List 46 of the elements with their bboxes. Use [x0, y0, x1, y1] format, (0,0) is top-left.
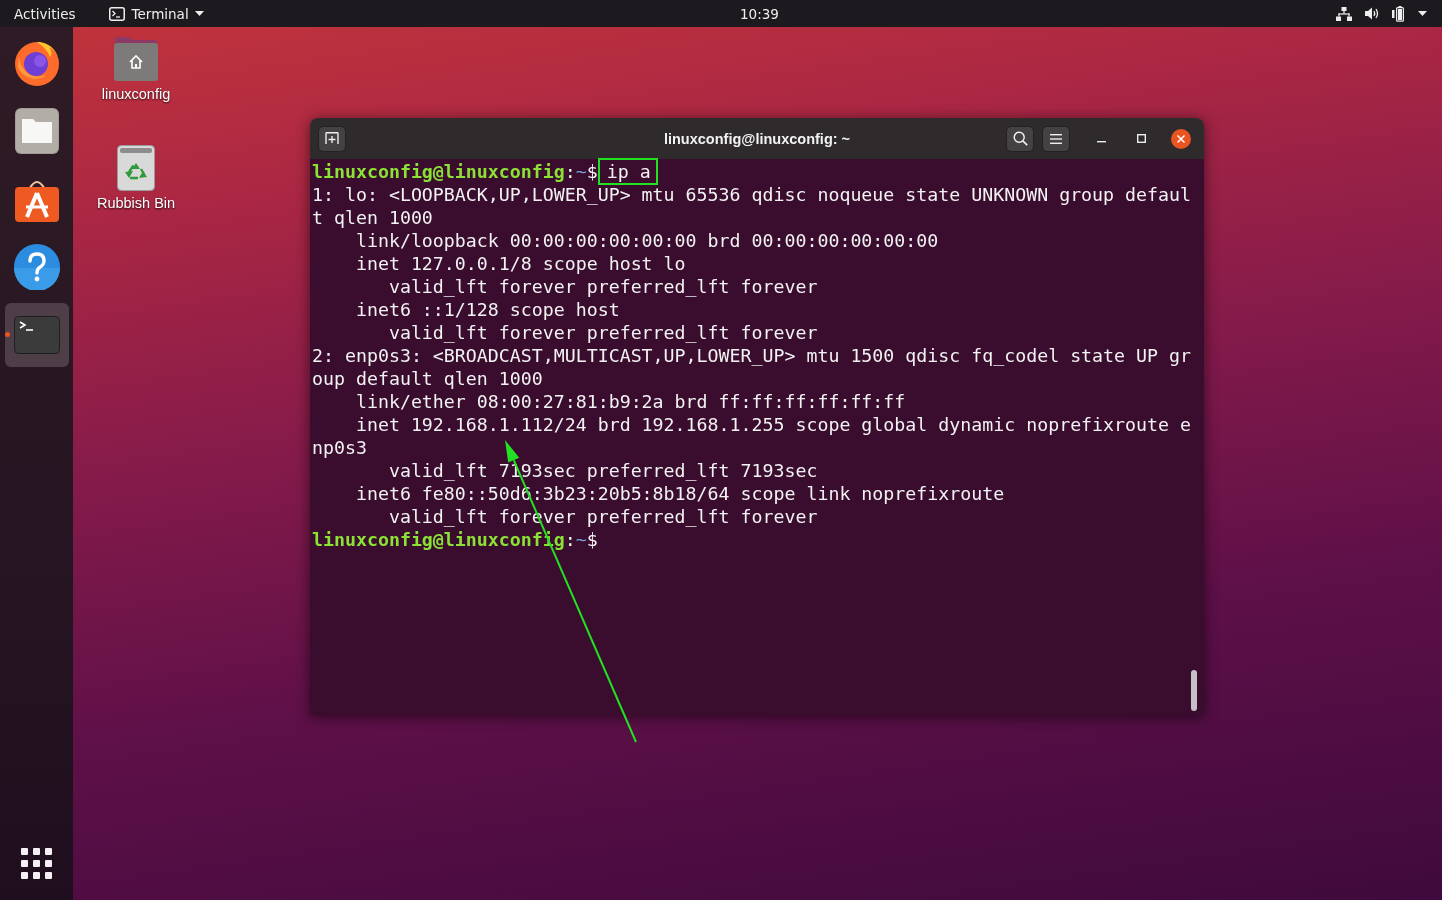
desktop-icon-label[interactable]: Rubbish Bin: [96, 195, 176, 211]
terminal-output-line: oup default qlen 1000: [312, 367, 544, 390]
caret-icon[interactable]: [1418, 11, 1427, 16]
terminal-icon: [13, 316, 60, 354]
prompt-path: :~$: [564, 161, 598, 182]
browser-icon: [12, 39, 61, 87]
scrollbar[interactable]: [1191, 670, 1197, 711]
prompt-user-host: linuxconfig@linuxconfig: [312, 161, 565, 182]
app-grid-icon: [21, 847, 52, 879]
command-text: ip a: [597, 158, 658, 185]
terminal-output-line: valid_lft forever preferred_lft forever: [387, 321, 819, 344]
activities-button[interactable]: Activities: [0, 0, 76, 27]
menu-button[interactable]: [1042, 125, 1070, 152]
terminal-output-line: inet6 ::1/128 scope host: [354, 298, 621, 321]
recycle-bin-icon[interactable]: [117, 145, 155, 191]
volume-icon[interactable]: [1365, 7, 1379, 20]
terminal-output-line: t qlen 1000: [312, 206, 434, 229]
clock[interactable]: 10:39: [740, 5, 779, 22]
desktop-icon-label[interactable]: linuxconfig: [101, 86, 171, 102]
folder-icon: [14, 108, 59, 154]
close-button[interactable]: [1171, 128, 1191, 149]
close-icon: [1171, 128, 1191, 149]
maximize-icon: [1136, 134, 1146, 143]
caret-icon: [194, 11, 204, 16]
search-button[interactable]: [1006, 125, 1034, 152]
app-menu[interactable]: Terminal: [108, 0, 204, 27]
terminal-output-line: 1: lo: <LOOPBACK,UP,LOWER_UP> mtu 65536 qdisc noqueue state UNKNOWN group defaul: [312, 183, 1191, 206]
terminal-output-line: inet 127.0.0.1/8 scope host lo: [354, 252, 687, 275]
new-tab-icon: [325, 132, 339, 145]
terminal-icon: [108, 6, 125, 21]
minimize-icon: [1096, 140, 1106, 143]
window-title: linuxconfig@linuxconfig: ~: [663, 130, 851, 147]
prompt-path: :~$: [564, 529, 598, 550]
menu-icon: [1050, 133, 1062, 144]
terminal-output-line: np0s3: [312, 436, 368, 459]
terminal-output-line: link/loopback 00:00:00:00:00:00 brd 00:00:00:00:00:00: [354, 229, 940, 252]
terminal-output-line: inet 192.168.1.112/24 brd 192.168.1.255 scope global dynamic noprefixroute e: [354, 413, 1191, 436]
network-icon[interactable]: [1336, 6, 1352, 21]
search-icon: [1012, 131, 1028, 146]
new-tab-button[interactable]: [318, 125, 346, 152]
help-icon: [13, 244, 60, 290]
battery-icon[interactable]: [1392, 5, 1405, 22]
home-folder-icon[interactable]: [113, 36, 159, 82]
terminal-output-line: 2: enp0s3: <BROADCAST,MULTICAST,UP,LOWER_UP> mtu 1500 qdisc fq_codel state UP gr: [312, 344, 1191, 367]
terminal-output-line: link/ether 08:00:27:81:b9:2a brd ff:ff:ff:ff:ff:ff: [354, 390, 907, 413]
terminal-output-line: valid_lft forever preferred_lft forever: [387, 275, 819, 298]
